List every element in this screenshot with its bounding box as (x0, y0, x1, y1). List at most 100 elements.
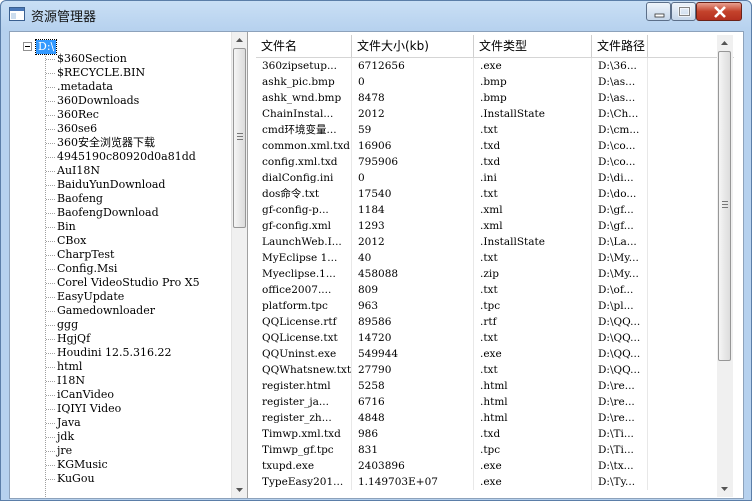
tree-node[interactable]: Baofeng (57, 192, 103, 206)
cell-file-type[interactable]: .exe (474, 346, 592, 362)
table-row[interactable]: gf-config-p... 1184 .xml D:\gf... (256, 202, 734, 218)
cell-file-type[interactable]: .txt (474, 362, 592, 378)
cell-file-path[interactable]: D:\tx... (592, 458, 648, 474)
table-row[interactable]: dos命令.txt 17540 .txt D:\do... (256, 186, 734, 202)
cell-file-path[interactable]: D:\co... (592, 138, 648, 154)
table-row[interactable]: 360zipsetup... 6712656 .exe D:\36... (256, 58, 734, 74)
cell-file-size[interactable]: 6716 (352, 394, 474, 410)
tree-node[interactable]: IQIYI Video (57, 402, 121, 416)
cell-file-size[interactable]: 0 (352, 74, 474, 90)
cell-file-path[interactable]: D:\pl... (592, 298, 648, 314)
table-row[interactable]: txupd.exe 2403896 .exe D:\tx... (256, 458, 734, 474)
cell-file-type[interactable]: .txd (474, 154, 592, 170)
cell-file-name[interactable]: gf-config-p... (256, 202, 352, 218)
cell-file-path[interactable]: D:\QQ... (592, 362, 648, 378)
scroll-up-arrow-icon[interactable] (717, 35, 732, 51)
tree-node[interactable]: BaofengDownload (57, 206, 159, 220)
cell-file-size[interactable]: 59 (352, 122, 474, 138)
tree-node[interactable]: Gamedownloader (57, 304, 155, 318)
cell-file-path[interactable]: D:\Ch... (592, 106, 648, 122)
tree-node[interactable]: 360安全浏览器下载 (57, 136, 155, 150)
table-row[interactable]: ashk_wnd.bmp 8478 .bmp D:\as... (256, 90, 734, 106)
table-row[interactable]: ChainInstal... 2012 .InstallState D:\Ch... (256, 106, 734, 122)
table-row[interactable]: QQUninst.exe 549944 .exe D:\QQ... (256, 346, 734, 362)
minimize-button[interactable] (646, 2, 671, 21)
cell-file-size[interactable]: 89586 (352, 314, 474, 330)
cell-file-path[interactable]: D:\re... (592, 378, 648, 394)
tree-node[interactable]: jdk (57, 430, 74, 444)
cell-file-size[interactable]: 17540 (352, 186, 474, 202)
table-row[interactable]: gf-config.xml 1293 .xml D:\gf... (256, 218, 734, 234)
cell-file-size[interactable]: 795906 (352, 154, 474, 170)
table-row[interactable]: TypeEasy201... 1.149703E+07 .exe D:\Ty... (256, 474, 734, 490)
cell-file-path[interactable]: D:\QQ... (592, 346, 648, 362)
cell-file-name[interactable]: office2007.... (256, 282, 352, 298)
cell-file-name[interactable]: config.xml.txd (256, 154, 352, 170)
cell-file-type[interactable]: .txt (474, 250, 592, 266)
cell-file-path[interactable]: D:\gf... (592, 202, 648, 218)
tree-node[interactable]: html (57, 360, 82, 374)
cell-file-type[interactable]: .html (474, 378, 592, 394)
cell-file-size[interactable]: 986 (352, 426, 474, 442)
folder-tree[interactable]: D:\ $360Section $RECYCLE.BIN .metadata 360D… (10, 32, 248, 498)
cell-file-path[interactable]: D:\di... (592, 170, 648, 186)
table-row[interactable]: office2007.... 809 .txt D:\of... (256, 282, 734, 298)
cell-file-name[interactable]: ChainInstal... (256, 106, 352, 122)
cell-file-type[interactable]: .exe (474, 474, 592, 490)
cell-file-type[interactable]: .bmp (474, 90, 592, 106)
cell-file-name[interactable]: 360zipsetup... (256, 58, 352, 74)
tree-vertical-scrollbar[interactable] (231, 32, 247, 498)
cell-file-path[interactable]: D:\My... (592, 266, 648, 282)
cell-file-size[interactable]: 963 (352, 298, 474, 314)
tree-node[interactable]: KGMusic (57, 458, 108, 472)
cell-file-type[interactable]: .txt (474, 122, 592, 138)
cell-file-size[interactable]: 6712656 (352, 58, 474, 74)
cell-file-type[interactable]: .html (474, 410, 592, 426)
cell-file-name[interactable]: MyEclipse 1... (256, 250, 352, 266)
cell-file-size[interactable]: 4848 (352, 410, 474, 426)
tree-node[interactable]: I18N (57, 374, 85, 388)
cell-file-type[interactable]: .tpc (474, 298, 592, 314)
tree-node[interactable]: Java (57, 416, 81, 430)
cell-file-name[interactable]: register_zh... (256, 410, 352, 426)
cell-file-type[interactable]: .txt (474, 330, 592, 346)
tree-node[interactable]: 360Rec (57, 108, 99, 122)
tree-node[interactable]: Houdini 12.5.316.22 (57, 346, 171, 360)
tree-root-drive[interactable]: D:\ (34, 39, 58, 55)
cell-file-name[interactable]: txupd.exe (256, 458, 352, 474)
cell-file-name[interactable]: LaunchWeb.I... (256, 234, 352, 250)
file-list-grid[interactable]: 文件名 文件大小(kb) 文件类型 文件路径 360zipsetup... 671… (256, 35, 734, 497)
tree-node[interactable]: .metadata (57, 80, 113, 94)
cell-file-name[interactable]: QQWhatsnew.txt (256, 362, 352, 378)
cell-file-type[interactable]: .rtf (474, 314, 592, 330)
cell-file-type[interactable]: .InstallState (474, 106, 592, 122)
close-button[interactable] (696, 2, 742, 21)
cell-file-name[interactable]: QQUninst.exe (256, 346, 352, 362)
cell-file-path[interactable]: D:\Ti... (592, 426, 648, 442)
cell-file-size[interactable]: 8478 (352, 90, 474, 106)
cell-file-type[interactable]: .txd (474, 426, 592, 442)
cell-file-type[interactable]: .xml (474, 202, 592, 218)
cell-file-path[interactable]: D:\re... (592, 394, 648, 410)
tree-node[interactable]: 4945190c80920d0a81dd (57, 150, 196, 164)
column-header-file-type[interactable]: 文件类型 (474, 35, 592, 57)
cell-file-path[interactable]: D:\gf... (592, 218, 648, 234)
table-row[interactable]: register_ja... 6716 .html D:\re... (256, 394, 734, 410)
tree-node[interactable]: HgjQf (57, 332, 90, 346)
tree-node[interactable]: KuGou (57, 472, 95, 486)
cell-file-name[interactable]: QQLicense.txt (256, 330, 352, 346)
cell-file-size[interactable]: 0 (352, 170, 474, 186)
cell-file-path[interactable]: D:\Ti... (592, 442, 648, 458)
cell-file-size[interactable]: 40 (352, 250, 474, 266)
cell-file-path[interactable]: D:\as... (592, 74, 648, 90)
cell-file-path[interactable]: D:\as... (592, 90, 648, 106)
tree-node[interactable]: EasyUpdate (57, 290, 124, 304)
cell-file-path[interactable]: D:\cm... (592, 122, 648, 138)
cell-file-type[interactable]: .zip (474, 266, 592, 282)
table-row[interactable]: config.xml.txd 795906 .txd D:\co... (256, 154, 734, 170)
cell-file-size[interactable]: 458088 (352, 266, 474, 282)
table-row[interactable]: QQWhatsnew.txt 27790 .txt D:\QQ... (256, 362, 734, 378)
cell-file-size[interactable]: 2403896 (352, 458, 474, 474)
cell-file-name[interactable]: ashk_pic.bmp (256, 74, 352, 90)
grid-scrollbar-thumb[interactable] (718, 51, 731, 361)
